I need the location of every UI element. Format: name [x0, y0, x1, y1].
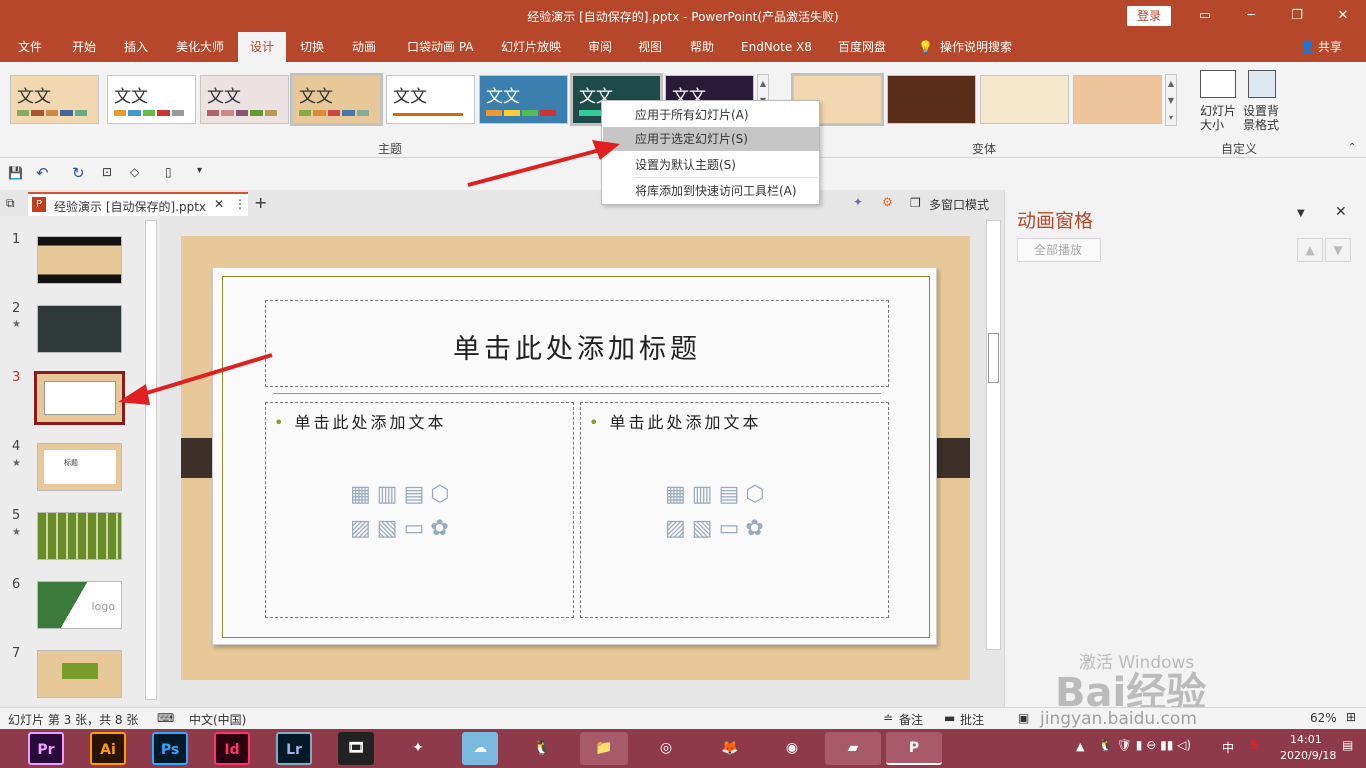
browser-app-icon[interactable]: ◎: [642, 732, 690, 765]
photoshop-icon[interactable]: Ps: [152, 732, 188, 765]
clock-time[interactable]: 14:01: [1290, 733, 1322, 746]
pinwheel-app-icon[interactable]: ✦: [400, 732, 436, 765]
tray-icons[interactable]: 🐧 🛡 ▮ ⊖ ▮▮ ◁): [1098, 738, 1191, 752]
arrow-to-thumb: [139, 353, 273, 397]
comments-icon[interactable]: ▬: [944, 711, 955, 725]
ime-indicator[interactable]: 中: [1222, 739, 1234, 756]
premiere-icon[interactable]: Pr: [28, 732, 64, 765]
annotation-arrows: [118, 140, 620, 405]
sogou-ime-icon[interactable]: S: [1250, 738, 1259, 752]
zoom-level[interactable]: 62%: [1310, 711, 1337, 725]
tray-expand-icon[interactable]: ▲: [1076, 740, 1084, 753]
arrow-head-thumb: [118, 384, 150, 405]
powerpoint-taskbar-icon[interactable]: P: [886, 732, 942, 765]
file-explorer-icon[interactable]: 📁: [580, 732, 628, 765]
notification-icon[interactable]: ▤: [1342, 738, 1353, 752]
notes-icon[interactable]: ≐: [883, 711, 893, 725]
assistant-app-icon[interactable]: ☁: [462, 732, 498, 765]
arrow-head-menu: [592, 140, 620, 160]
indesign-icon[interactable]: Id: [214, 732, 250, 765]
slide-count-status: 幻灯片 第 3 张，共 8 张: [8, 713, 139, 727]
notes-button[interactable]: 备注: [899, 711, 923, 728]
normal-view-icon[interactable]: ▣: [1018, 711, 1029, 725]
windows-taskbar: Pr Ai Ps Id Lr 🎞 ✦ ☁ 🐧 📁 ◎ 🦊 ◉ ▰ P ▲ 🐧 🛡…: [0, 729, 1366, 768]
clock-date[interactable]: 2020/9/18: [1280, 749, 1336, 762]
qq-icon[interactable]: 🐧: [524, 732, 560, 765]
fit-slide-icon[interactable]: ⊞: [1346, 710, 1356, 724]
arrow-to-menu: [467, 148, 601, 187]
film-icon[interactable]: 🎞: [338, 732, 374, 765]
notes-app-icon[interactable]: ▰: [825, 732, 881, 765]
status-bar: 幻灯片 第 3 张，共 8 张 ⌨ 中文(中国) ≐ 备注 ▬ 批注 ▣ 62%…: [0, 707, 1366, 729]
chrome-icon[interactable]: ◉: [768, 732, 816, 765]
lightroom-icon[interactable]: Lr: [276, 732, 312, 765]
comments-button[interactable]: 批注: [960, 711, 984, 728]
illustrator-icon[interactable]: Ai: [90, 732, 126, 765]
language-status[interactable]: 中文(中国): [189, 711, 246, 728]
url-watermark: jingyan.baidu.com: [1040, 709, 1197, 729]
firefox-icon[interactable]: 🦊: [706, 732, 754, 765]
accessibility-icon[interactable]: ⌨: [157, 711, 174, 725]
